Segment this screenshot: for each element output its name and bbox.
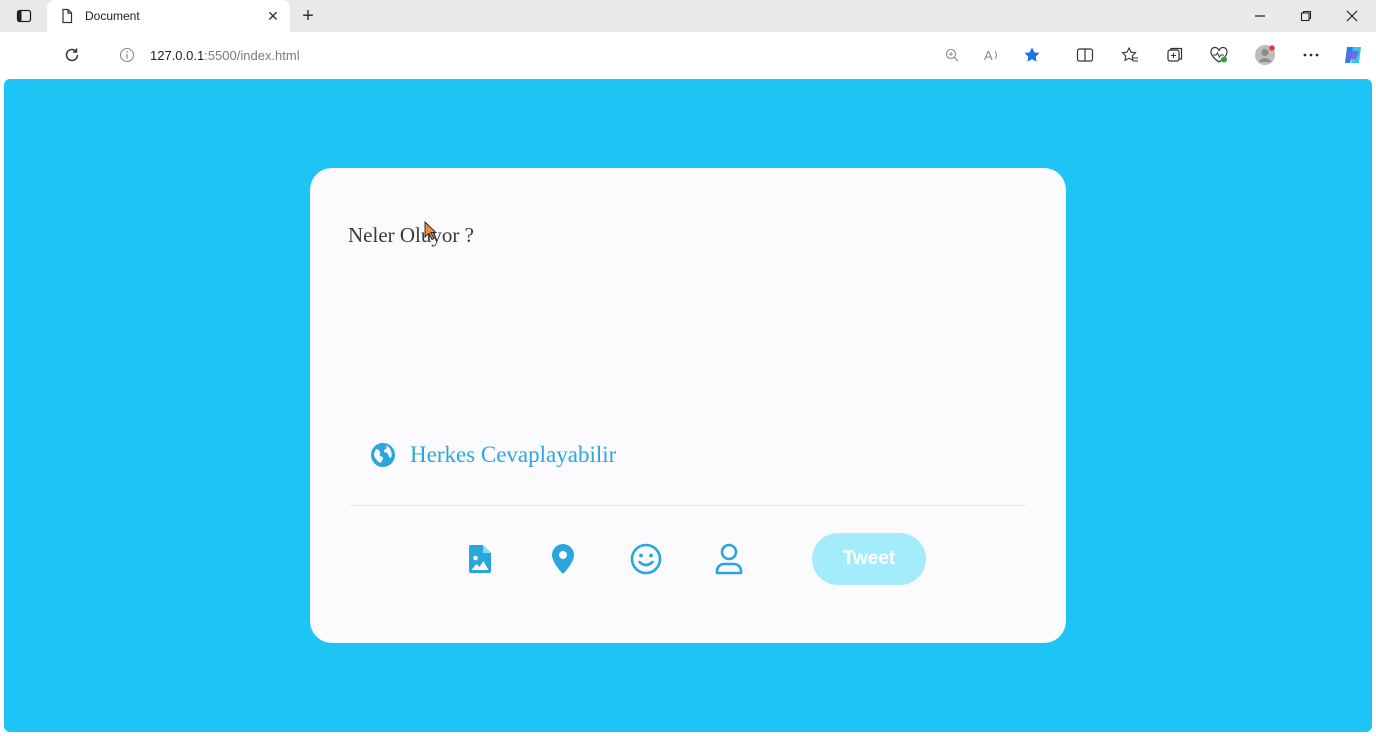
document-icon	[59, 8, 75, 24]
minimize-button[interactable]	[1237, 4, 1283, 28]
url-path: :5500/index.html	[204, 48, 300, 63]
refresh-icon[interactable]	[60, 43, 84, 67]
page-viewport: Neler Oluyor ? Herkes Cevaplayabilir Twe…	[4, 79, 1372, 732]
reply-setting[interactable]: Herkes Cevaplayabilir	[370, 442, 616, 468]
location-icon[interactable]	[547, 542, 579, 576]
tab-title: Document	[85, 9, 140, 23]
browser-tab-bar: Document ✕ +	[0, 0, 1376, 32]
url-host: 127.0.0.1	[150, 48, 205, 63]
tweet-text-input[interactable]: Neler Oluyor ?	[348, 223, 474, 248]
browser-essentials-icon[interactable]	[1207, 43, 1231, 67]
restore-button[interactable]	[1283, 4, 1329, 28]
collections-icon[interactable]	[1163, 43, 1187, 67]
zoom-icon[interactable]	[940, 43, 964, 67]
tweet-button[interactable]: Tweet	[812, 533, 926, 585]
composer-divider	[350, 505, 1026, 506]
read-aloud-icon[interactable]: A	[980, 43, 1004, 67]
new-tab-button[interactable]: +	[296, 4, 320, 28]
browser-tab[interactable]: Document ✕	[47, 0, 290, 32]
emoji-icon[interactable]	[630, 542, 662, 576]
user-icon[interactable]	[713, 542, 745, 576]
reply-setting-label: Herkes Cevaplayabilir	[410, 442, 617, 467]
svg-text:A: A	[984, 48, 993, 63]
mouse-cursor-icon	[424, 220, 438, 241]
favorites-icon[interactable]	[1118, 43, 1142, 67]
tab-close-icon[interactable]: ✕	[264, 7, 282, 25]
split-screen-icon[interactable]	[1073, 43, 1097, 67]
close-window-button[interactable]	[1329, 4, 1375, 28]
favorite-star-icon[interactable]	[1020, 43, 1044, 67]
address-bar[interactable]: 127.0.0.1:5500/index.html	[150, 48, 300, 63]
globe-icon	[370, 442, 396, 468]
more-options-icon[interactable]	[1299, 43, 1323, 67]
tab-actions-icon[interactable]	[8, 4, 40, 28]
browser-toolbar: 127.0.0.1:5500/index.html A	[0, 32, 1376, 78]
profile-avatar-icon[interactable]	[1253, 43, 1277, 67]
image-icon[interactable]	[464, 542, 496, 576]
copilot-icon[interactable]	[1341, 43, 1365, 67]
site-info-icon[interactable]	[115, 43, 139, 67]
